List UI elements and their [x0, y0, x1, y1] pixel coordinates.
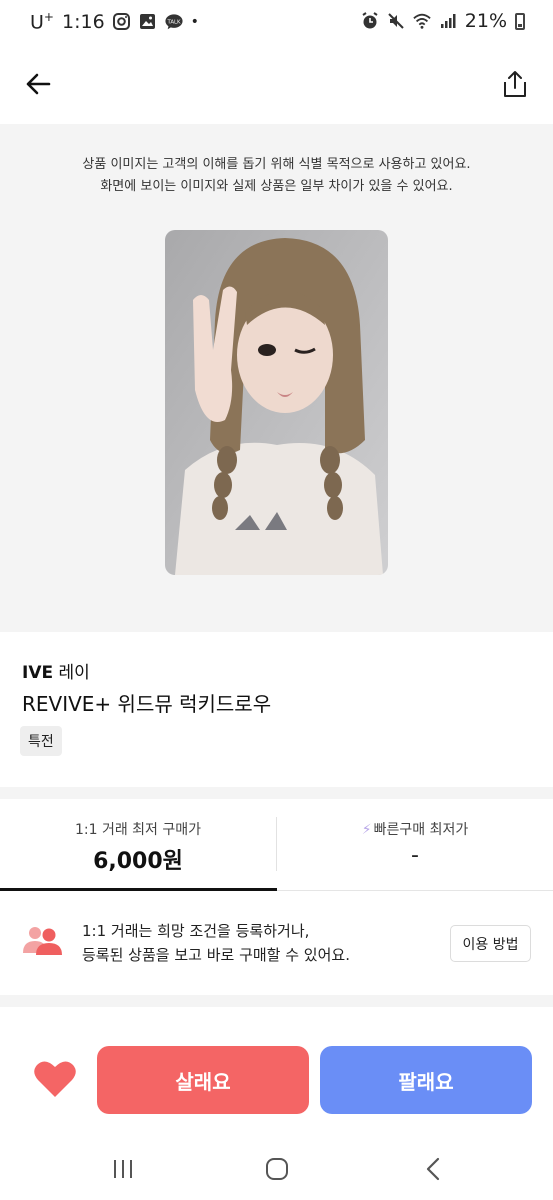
product-tag: 특전: [20, 726, 62, 756]
product-title: REVIVE+ 위드뮤 럭키드로우: [22, 692, 272, 716]
section-divider-2: [0, 995, 553, 1007]
share-button[interactable]: [499, 68, 531, 100]
alarm-icon: [361, 12, 379, 30]
share-icon: [504, 71, 526, 97]
notification-dot: •: [190, 13, 199, 30]
gallery-icon: [139, 13, 157, 31]
wishlist-button[interactable]: [33, 1059, 77, 1099]
status-time: 1:16: [61, 10, 105, 33]
recent-apps-button[interactable]: [108, 1155, 138, 1183]
carrier-label: U+: [30, 10, 54, 34]
signal-icon: [439, 12, 457, 30]
image-notice: 상품 이미지는 고객의 이해를 돕기 위해 식별 목적으로 사용하고 있어요. …: [0, 154, 553, 198]
back-button[interactable]: [22, 68, 54, 100]
tab-fast-buy-price[interactable]: ⚡ 빠른구매 최저가 -: [277, 799, 553, 891]
status-bar: U+ 1:16 TALK • 21%: [0, 0, 553, 46]
trade-info-text: 1:1 거래는 희망 조건을 등록하거나, 등록된 상품을 보고 바로 구매할 …: [82, 919, 350, 967]
instagram-icon: [113, 13, 131, 31]
one-to-one-price-label: 1:1 거래 최저 구매가: [74, 822, 202, 838]
section-divider: [0, 787, 553, 799]
product-photocard-image[interactable]: [165, 230, 388, 575]
system-nav-bar: [0, 1137, 553, 1200]
app-header: [0, 46, 553, 124]
trade-info-line-2: 등록된 상품을 보고 바로 구매할 수 있어요.: [82, 946, 350, 964]
chevron-left-icon: [426, 1157, 440, 1181]
trade-info-line-1: 1:1 거래는 희망 조건을 등록하거나,: [82, 922, 310, 940]
battery-icon: [515, 12, 525, 30]
action-bar: 살래요 팔래요: [0, 1007, 553, 1137]
back-nav-button[interactable]: [418, 1155, 448, 1183]
home-icon: [266, 1158, 288, 1180]
product-info: IVE 레이 REVIVE+ 위드뮤 럭키드로우 특전: [0, 632, 553, 787]
svg-text:TALK: TALK: [166, 19, 181, 25]
brand-name: IVE: [22, 663, 54, 683]
mute-icon: [387, 12, 405, 30]
sell-button[interactable]: 팔래요: [320, 1046, 532, 1114]
notice-line-2: 화면에 보이는 이미지와 실제 상품은 일부 차이가 있을 수 있어요.: [100, 179, 453, 194]
heart-icon: [34, 1061, 76, 1097]
kakaotalk-icon: TALK: [165, 13, 183, 31]
price-section: 1:1 거래 최저 구매가 6,000원 ⚡ 빠른구매 최저가 -: [0, 799, 553, 891]
people-icon: [22, 925, 64, 955]
lightning-icon: ⚡: [361, 822, 372, 838]
fast-buy-price-value: -: [411, 843, 419, 868]
product-artist: IVE 레이: [22, 658, 90, 683]
member-name: 레이: [58, 663, 90, 683]
buy-button[interactable]: 살래요: [97, 1046, 309, 1114]
wifi-icon: [413, 12, 431, 30]
recent-apps-icon: [114, 1160, 132, 1178]
home-button[interactable]: [262, 1155, 292, 1183]
trade-info-banner: 1:1 거래는 희망 조건을 등록하거나, 등록된 상품을 보고 바로 구매할 …: [0, 891, 553, 995]
how-to-use-button[interactable]: 이용 방법: [450, 925, 531, 962]
product-image-area: 상품 이미지는 고객의 이해를 돕기 위해 식별 목적으로 사용하고 있어요. …: [0, 124, 553, 632]
notice-line-1: 상품 이미지는 고객의 이해를 돕기 위해 식별 목적으로 사용하고 있어요.: [82, 157, 471, 172]
fast-buy-price-label: 빠른구매 최저가: [373, 822, 469, 838]
arrow-left-icon: [26, 73, 51, 95]
tab-one-to-one-price[interactable]: 1:1 거래 최저 구매가 6,000원: [0, 799, 276, 891]
battery-percent: 21%: [464, 10, 507, 32]
one-to-one-price-value: 6,000원: [93, 849, 183, 874]
